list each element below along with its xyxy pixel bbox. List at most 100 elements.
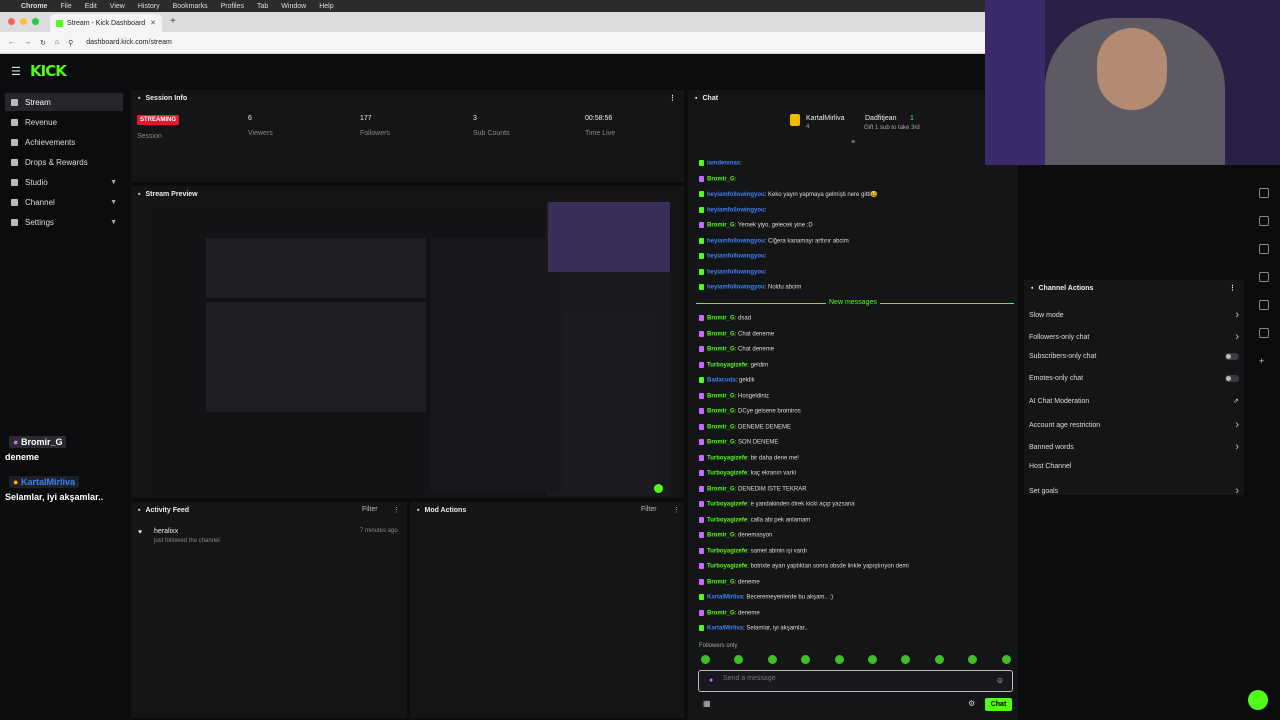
- chat-username[interactable]: Bromir_G: [707, 424, 735, 430]
- sidebar-item-revenue[interactable]: Revenue: [5, 113, 123, 131]
- chat-username[interactable]: Turboyagizefe: [707, 455, 747, 461]
- more-options-icon[interactable]: ⋮: [669, 94, 676, 102]
- menu-icon[interactable]: ☰: [11, 65, 21, 78]
- chat-username[interactable]: Bromir_G: [707, 533, 735, 539]
- activity-filter-button[interactable]: Filter: [362, 506, 378, 513]
- channel-action-set-goals[interactable]: Set goals ›: [1029, 485, 1239, 497]
- gear-icon[interactable]: ⚙: [968, 699, 975, 708]
- tool-icon-1[interactable]: [1259, 188, 1269, 198]
- chat-username[interactable]: Bromir_G: [707, 610, 735, 616]
- menu-view[interactable]: View: [110, 3, 125, 10]
- sidebar-item-settings[interactable]: Settings ▼: [5, 213, 123, 231]
- chat-username[interactable]: heyiamfollowingyou: [707, 285, 765, 291]
- menu-edit[interactable]: Edit: [85, 3, 97, 10]
- sidebar-item-studio[interactable]: Studio ▼: [5, 173, 123, 191]
- menu-file[interactable]: File: [60, 3, 71, 10]
- chat-username[interactable]: KartalMirliva: [707, 595, 743, 601]
- chat-username[interactable]: heyiamfollowingyou: [707, 269, 765, 275]
- emote-icon[interactable]: [868, 655, 877, 664]
- channel-action-subscribers-only-chat[interactable]: Subscribers-only chat: [1029, 353, 1239, 360]
- site-info-icon[interactable]: ⚲: [68, 39, 73, 47]
- calendar-icon[interactable]: ▦: [703, 699, 711, 708]
- channel-action-account-age-restriction[interactable]: Account age restriction ›: [1029, 419, 1239, 431]
- sidebar-item-channel[interactable]: Channel ▼: [5, 193, 123, 211]
- home-icon[interactable]: ⌂: [55, 39, 59, 46]
- tool-icon-6[interactable]: [1259, 328, 1269, 338]
- menu-window[interactable]: Window: [281, 3, 306, 10]
- channel-action-emotes-only-chat[interactable]: Emotes-only chat: [1029, 375, 1239, 382]
- toggle-switch[interactable]: [1225, 375, 1239, 382]
- channel-action-host-channel[interactable]: Host Channel: [1029, 463, 1239, 470]
- menu-icon[interactable]: ≡: [851, 139, 855, 146]
- send-chat-button[interactable]: Chat: [985, 698, 1012, 711]
- menu-app-name[interactable]: Chrome: [21, 3, 47, 10]
- address-bar[interactable]: dashboard.kick.com/stream: [86, 39, 172, 46]
- chat-username[interactable]: Turboyagizefe: [707, 471, 747, 477]
- chat-username[interactable]: Bromir_G: [707, 347, 735, 353]
- chat-username[interactable]: Turboyagizefe: [707, 517, 747, 523]
- tool-icon-5[interactable]: [1259, 300, 1269, 310]
- chat-username[interactable]: Bromir_G: [707, 440, 735, 446]
- chat-username[interactable]: Bromir_G: [707, 486, 735, 492]
- chat-username[interactable]: Bromir_G: [707, 393, 735, 399]
- channel-action-ai-chat-moderation[interactable]: AI Chat Moderation ⇗: [1029, 397, 1239, 406]
- chat-username[interactable]: Turboyagizefe: [707, 548, 747, 554]
- zoom-window-button[interactable]: [32, 18, 39, 25]
- chat-username[interactable]: heyiamfollowingyou: [707, 207, 765, 213]
- emote-icon[interactable]: [834, 655, 844, 664]
- menu-bookmarks[interactable]: Bookmarks: [173, 3, 208, 10]
- tool-icon-3[interactable]: [1259, 244, 1269, 254]
- sidebar-item-achievements[interactable]: Achievements: [5, 133, 123, 151]
- toggle-switch[interactable]: [1225, 353, 1239, 360]
- tool-icon-2[interactable]: [1259, 216, 1269, 226]
- add-icon[interactable]: +: [1259, 356, 1269, 366]
- emote-icon[interactable]: [701, 655, 710, 664]
- emote-icon[interactable]: [934, 655, 944, 664]
- browser-tab-active[interactable]: Stream - Kick Dashboard ✕: [50, 14, 162, 32]
- menu-profiles[interactable]: Profiles: [221, 3, 244, 10]
- chat-username[interactable]: Bromir_G: [707, 331, 735, 337]
- stream-preview-video[interactable]: [146, 202, 670, 496]
- chat-input[interactable]: ● ☺: [698, 670, 1013, 692]
- more-options-icon[interactable]: ⋮: [1229, 284, 1236, 292]
- chat-username[interactable]: heyiamfollowingyou: [707, 254, 765, 260]
- channel-action-banned-words[interactable]: Banned words ›: [1029, 441, 1239, 453]
- chat-username[interactable]: Turboyagizefe: [707, 564, 747, 570]
- chat-username[interactable]: heyiamfollowingyou: [707, 238, 765, 244]
- emote-icon[interactable]: [767, 655, 777, 664]
- new-tab-icon[interactable]: +: [170, 16, 176, 27]
- minimize-window-button[interactable]: [20, 18, 27, 25]
- chat-username[interactable]: KartalMirliva: [707, 626, 743, 632]
- forward-icon[interactable]: →: [24, 39, 31, 46]
- chat-username[interactable]: Turboyagizefe: [707, 502, 747, 508]
- menu-tab[interactable]: Tab: [257, 3, 268, 10]
- back-icon[interactable]: ←: [8, 39, 15, 46]
- chat-message-field[interactable]: [723, 675, 983, 682]
- menu-help[interactable]: Help: [319, 3, 333, 10]
- channel-action-slow-mode[interactable]: Slow mode ›: [1029, 309, 1239, 321]
- help-chat-button[interactable]: [1248, 690, 1268, 710]
- chat-username[interactable]: Badacuda: [707, 378, 736, 384]
- channel-action-followers-only-chat[interactable]: Followers-only chat ›: [1029, 331, 1239, 343]
- chat-username[interactable]: Bromir_G: [707, 176, 735, 182]
- chat-username[interactable]: Turboyagizefe: [707, 362, 747, 368]
- sidebar-item-stream[interactable]: Stream: [5, 93, 123, 111]
- close-tab-icon[interactable]: ✕: [150, 19, 156, 27]
- close-window-button[interactable]: [8, 18, 15, 25]
- chat-username[interactable]: Bromir_G: [707, 316, 735, 322]
- chat-username[interactable]: Bromir_G: [707, 579, 735, 585]
- emoji-icon[interactable]: ☺: [996, 676, 1004, 685]
- more-options-icon[interactable]: ⋮: [673, 506, 680, 514]
- chat-username[interactable]: iamdenmas: [707, 161, 740, 167]
- chat-username[interactable]: Bromir_G: [707, 223, 735, 229]
- sidebar-item-drops-rewards[interactable]: Drops & Rewards: [5, 153, 123, 171]
- reload-icon[interactable]: ↻: [40, 39, 46, 47]
- tool-icon-4[interactable]: [1259, 272, 1269, 282]
- menu-history[interactable]: History: [138, 3, 160, 10]
- mod-filter-button[interactable]: Filter: [641, 506, 657, 513]
- more-options-icon[interactable]: ⋮: [393, 506, 400, 514]
- chat-username[interactable]: Bromir_G: [707, 409, 735, 415]
- emote-icon[interactable]: [1001, 655, 1011, 664]
- kick-logo[interactable]: KICK: [30, 62, 67, 80]
- chat-username[interactable]: heyiamfollowingyou: [707, 192, 765, 198]
